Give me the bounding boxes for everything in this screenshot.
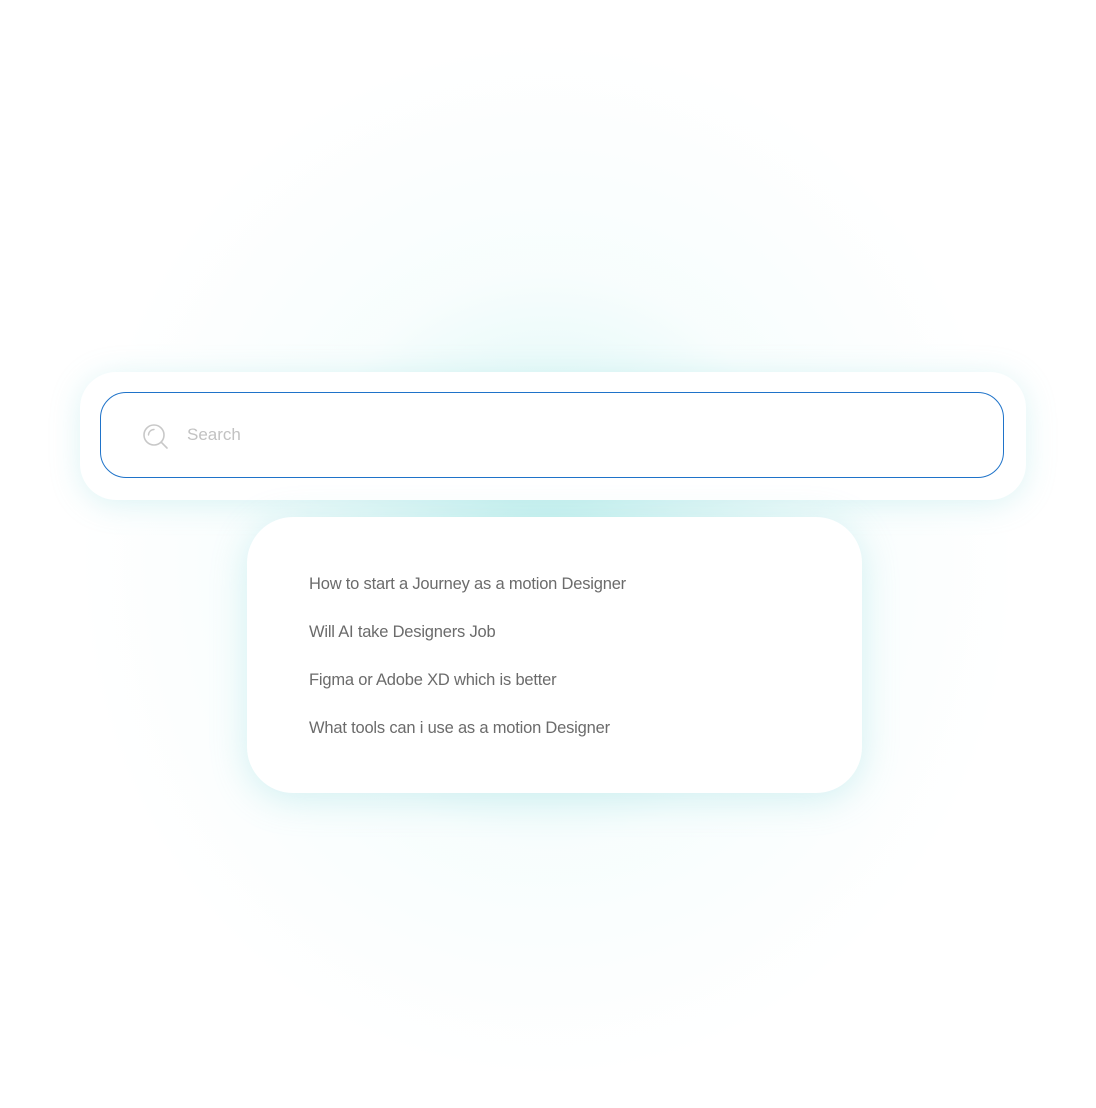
suggestion-item[interactable]: Will AI take Designers Job <box>309 617 626 665</box>
suggestions-dropdown: How to start a Journey as a motion Desig… <box>247 517 862 793</box>
search-input[interactable] <box>187 415 967 455</box>
page-background: How to start a Journey as a motion Desig… <box>0 0 1096 1108</box>
search-card <box>80 372 1026 500</box>
search-icon <box>143 424 168 449</box>
suggestion-item[interactable]: What tools can i use as a motion Designe… <box>309 713 626 761</box>
suggestion-item[interactable]: How to start a Journey as a motion Desig… <box>309 569 626 617</box>
suggestion-item[interactable]: Figma or Adobe XD which is better <box>309 665 626 713</box>
suggestion-list: How to start a Journey as a motion Desig… <box>309 569 626 761</box>
search-field[interactable] <box>100 392 1004 478</box>
